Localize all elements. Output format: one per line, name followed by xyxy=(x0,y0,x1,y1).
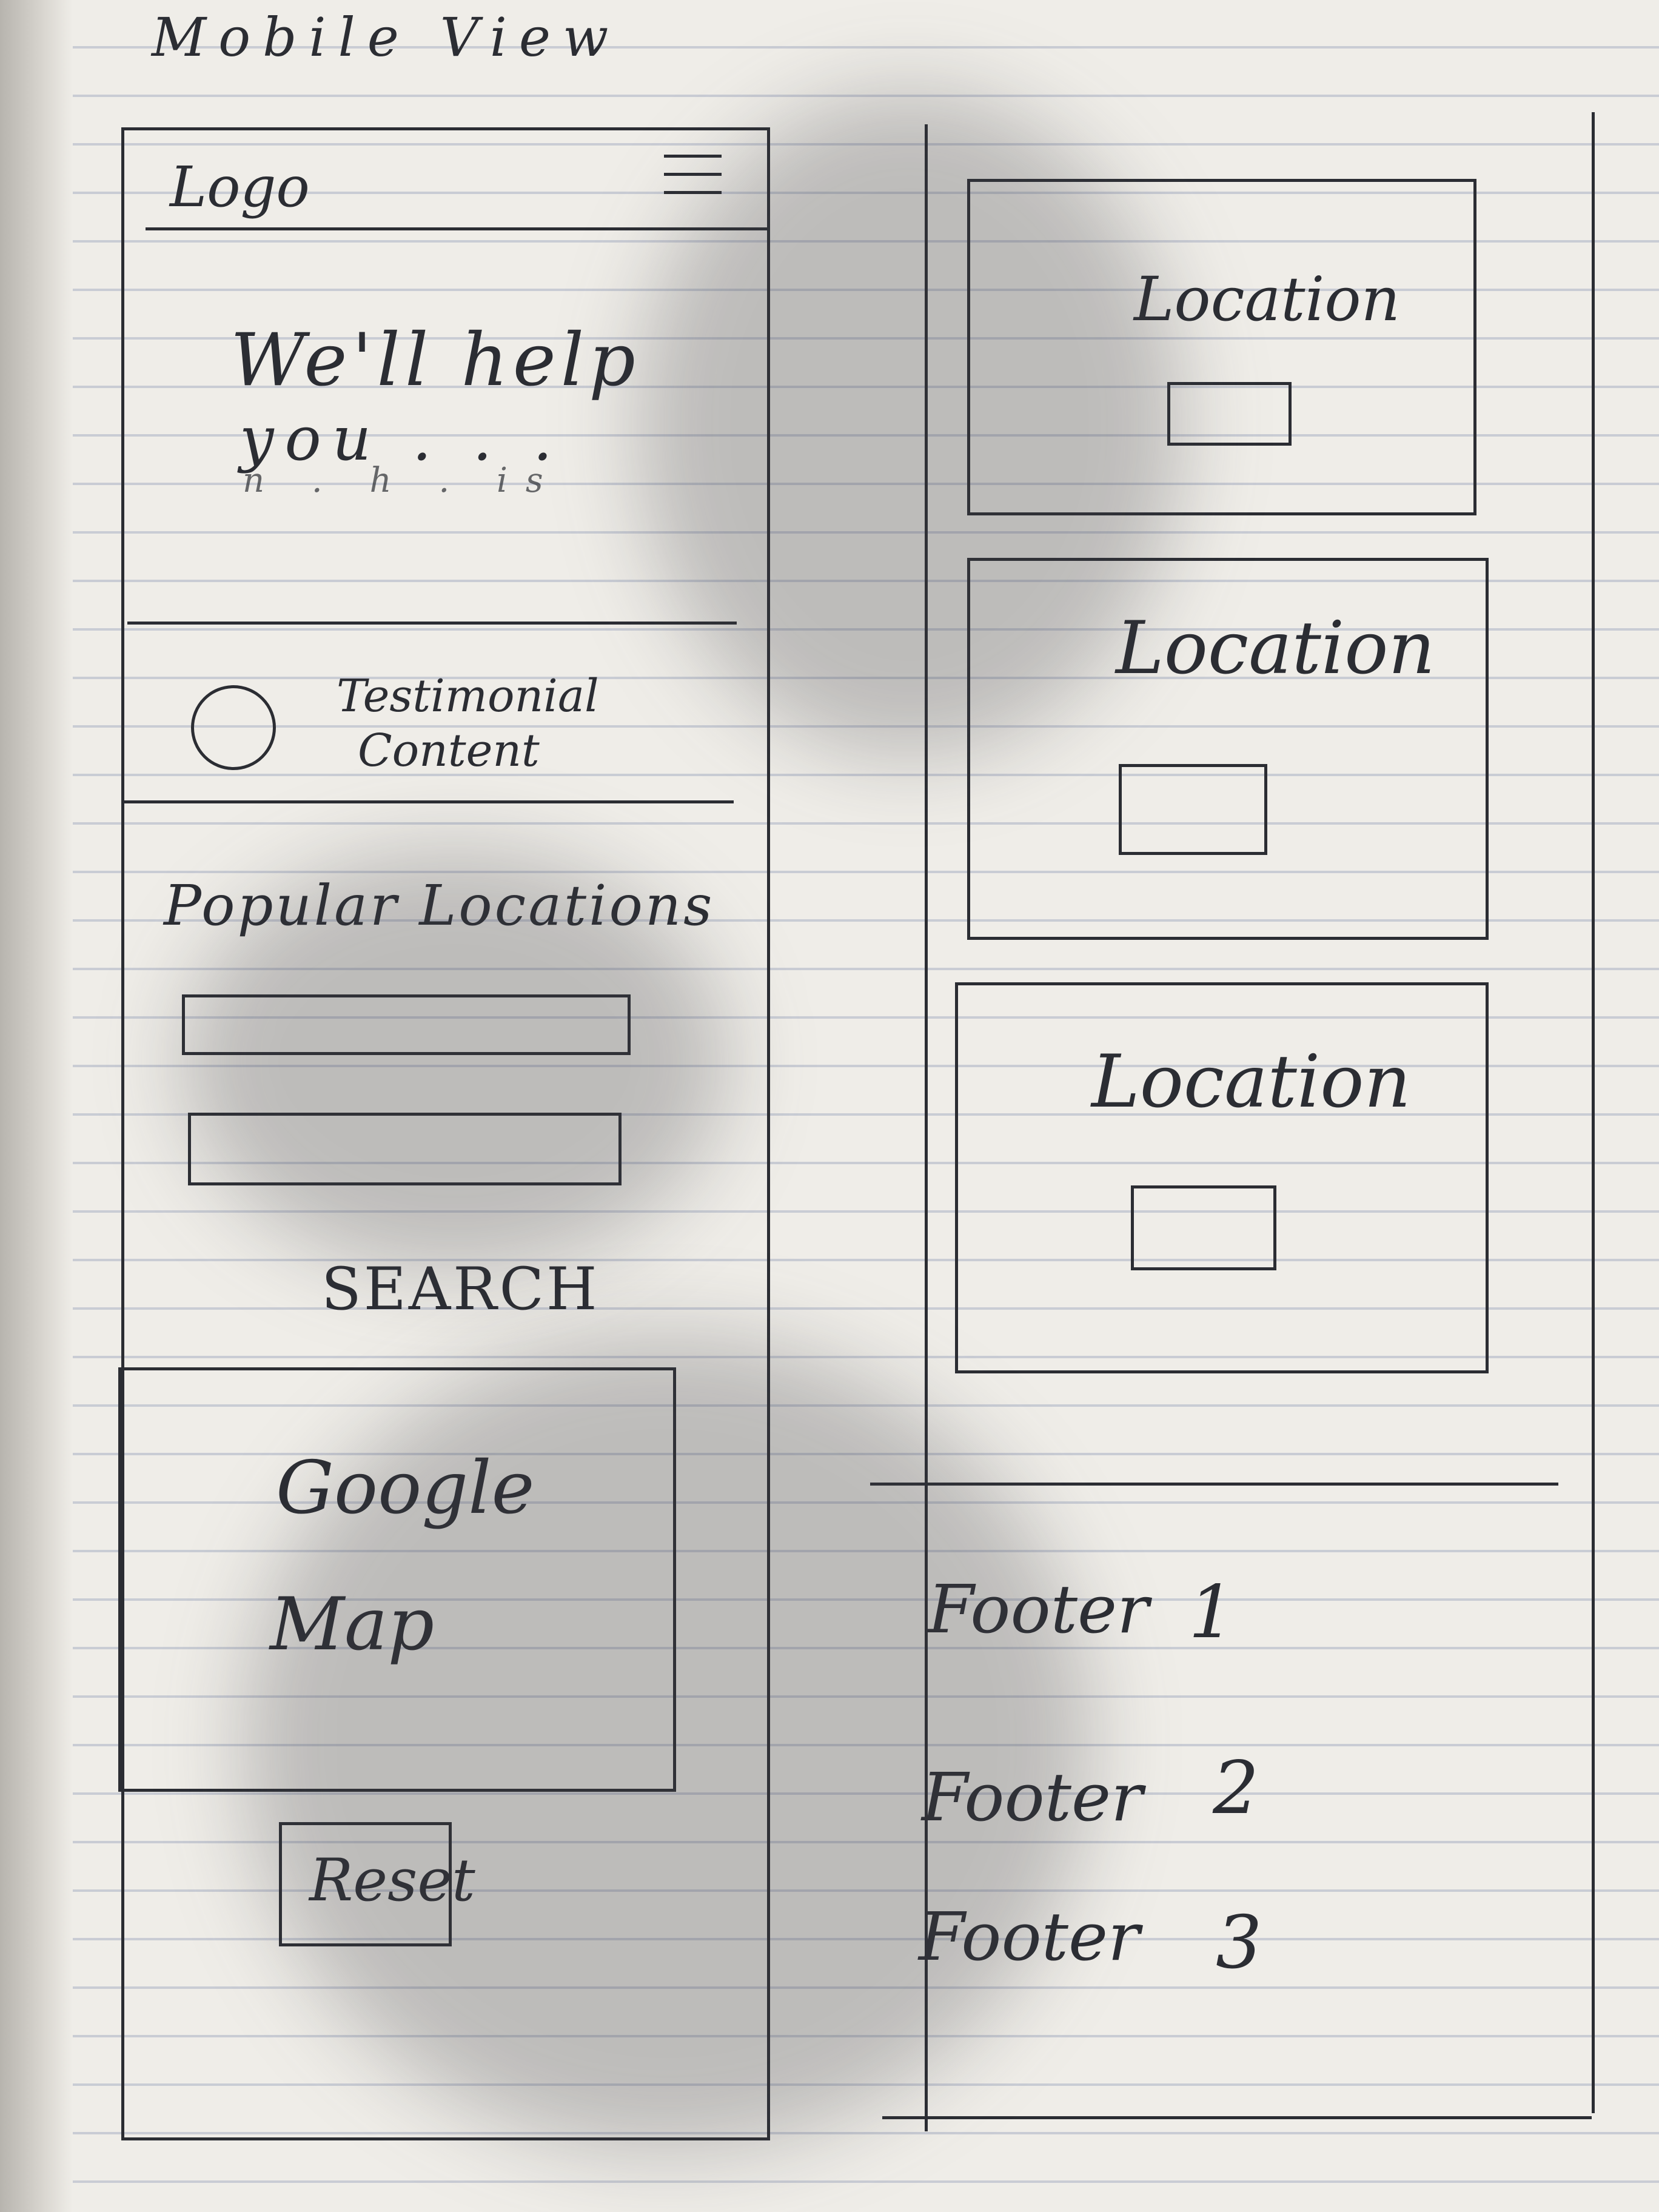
shadow-overlay xyxy=(243,1334,1091,2153)
hero-text-line3: n . h . is xyxy=(243,461,561,500)
location-card-2-label: Location xyxy=(1116,606,1435,691)
footer-item-3-number: 3 xyxy=(1216,1901,1262,1985)
header-divider xyxy=(146,227,770,230)
hero-text-line1: We'll help xyxy=(230,318,640,403)
testimonial-avatar xyxy=(191,685,276,770)
footer-item-1-number: 1 xyxy=(1188,1570,1235,1655)
page-title: Mobile View xyxy=(152,6,621,69)
testimonial-line1: Testimonial xyxy=(337,670,599,722)
location-card-1-label: Location xyxy=(1134,264,1401,335)
notebook-spine xyxy=(0,0,73,2212)
location-card-3-label: Location xyxy=(1091,1040,1411,1124)
location-card-1-image xyxy=(1167,382,1292,446)
footer-item-2-number: 2 xyxy=(1213,1746,1259,1831)
shadow-overlay xyxy=(182,849,728,1273)
testimonial-line2: Content xyxy=(358,725,540,777)
location-card-3-image xyxy=(1131,1185,1276,1270)
logo: Logo xyxy=(170,155,310,220)
right-column-right-edge xyxy=(1592,112,1595,2113)
shadow-overlay xyxy=(637,91,1182,758)
location-card-2-image xyxy=(1119,764,1267,855)
testimonial-divider xyxy=(124,800,734,803)
footer-bottom-line xyxy=(882,2116,1592,2119)
hero-divider xyxy=(127,622,737,625)
